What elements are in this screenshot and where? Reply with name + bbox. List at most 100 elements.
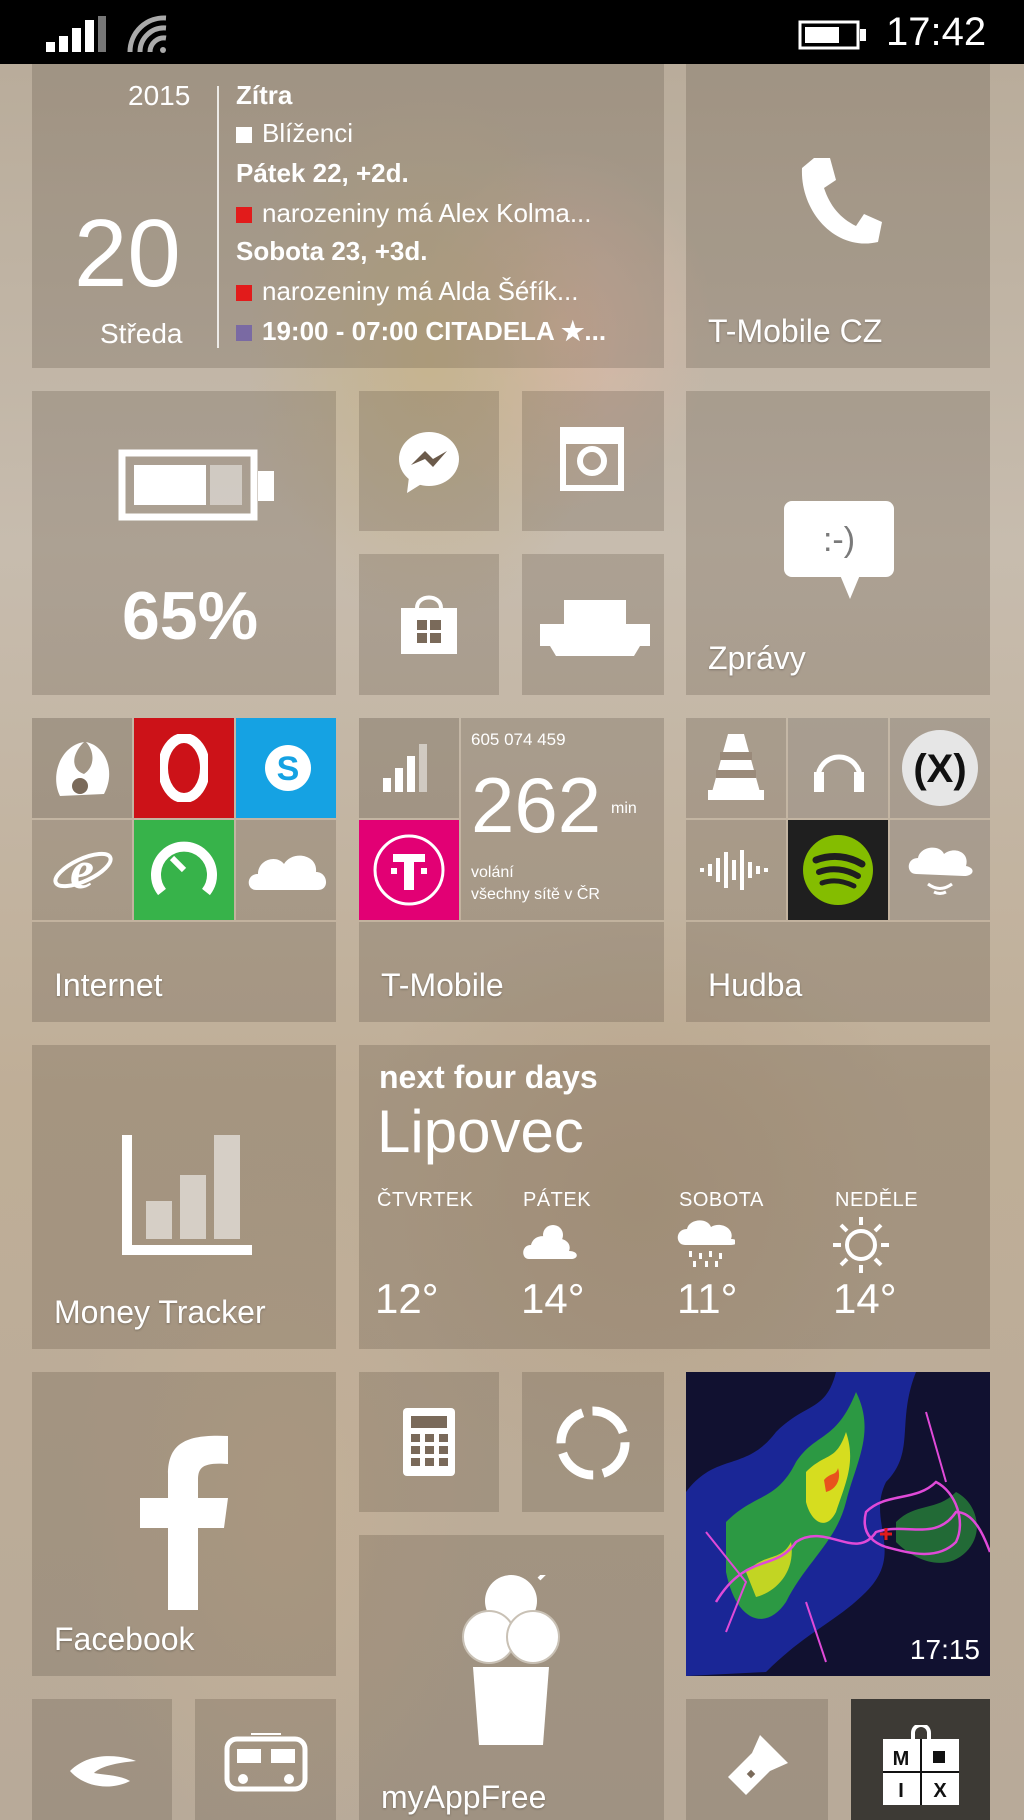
calendar-event: narozeniny má Alda Šéfík... <box>236 276 579 307</box>
flashlight-tile[interactable] <box>686 1699 828 1820</box>
flashlight-icon <box>728 1735 788 1795</box>
internet-explorer-icon: e <box>53 840 113 900</box>
messenger-icon <box>399 432 459 493</box>
tmobile-tile[interactable]: 605 074 459 262 min volání všechny sítě … <box>359 718 664 1022</box>
sun-icon <box>833 1217 889 1273</box>
wifi-icon <box>127 15 167 53</box>
mix-letter-i: I <box>898 1780 904 1802</box>
tile-label: Zprávy <box>708 640 806 676</box>
speedometer-tile[interactable] <box>134 820 234 920</box>
battery-icon <box>118 449 274 521</box>
music-folder-tile[interactable]: (X) Hudba <box>686 718 990 1022</box>
smiley-message-icon: :-) <box>784 501 894 599</box>
bar-chart-icon <box>122 1135 252 1255</box>
vlc-tile[interactable] <box>686 718 786 818</box>
calendar-event-header: Pátek 22, +2d. <box>236 158 409 188</box>
opera-tile[interactable] <box>134 718 234 818</box>
bus-tram-icon <box>224 1733 308 1792</box>
uc-browser-tile[interactable] <box>32 718 132 818</box>
airline-tile[interactable] <box>32 1699 172 1820</box>
calendar-event-header: Sobota 23, +3d. <box>236 236 428 266</box>
calendar-event-header: Zítra <box>236 80 293 110</box>
instagram-tile[interactable] <box>522 391 664 531</box>
mix-tile[interactable]: M I X <box>851 1699 990 1820</box>
spotify-tile[interactable] <box>788 820 888 920</box>
smiley-glyph: :-) <box>823 521 855 559</box>
minutes-remaining: 262 <box>471 761 602 849</box>
mix-letter-x: X <box>933 1780 947 1802</box>
signal-bars-icon <box>46 16 106 52</box>
money-tracker-tile[interactable]: Money Tracker <box>32 1045 336 1349</box>
event-marker <box>236 127 252 144</box>
headphones-tile[interactable] <box>788 718 888 818</box>
battery-icon <box>798 20 866 50</box>
messenger-tile[interactable] <box>359 391 499 531</box>
tile-label: Internet <box>54 967 163 1003</box>
audio-wave-icon <box>700 850 768 890</box>
spotify-icon <box>803 835 873 905</box>
weather-radar-tile[interactable]: 17:15 <box>686 1372 990 1676</box>
onedrive-tile[interactable] <box>236 820 336 920</box>
headphones-icon <box>814 754 864 792</box>
tmobile-signal-tile[interactable] <box>359 718 459 818</box>
phone-number: 605 074 459 <box>471 730 566 749</box>
facebook-tile[interactable]: Facebook <box>32 1372 336 1676</box>
calendar-event: narozeniny má Alex Kolma... <box>236 198 592 229</box>
weather-day-name: NEDĚLE <box>835 1189 919 1211</box>
signal-bars-icon <box>383 744 427 792</box>
audio-wave-tile[interactable] <box>686 820 786 920</box>
clock: 17:42 <box>886 10 987 54</box>
weather-day-name: SOBOTA <box>679 1189 764 1211</box>
store-icon <box>401 595 457 654</box>
calendar-tile[interactable]: 2015 20 Středa Zítra Blíženci Pátek 22, … <box>32 64 664 368</box>
weather-tile[interactable]: next four days Lipovec ČTVRTEK 12° PÁTEK… <box>359 1045 990 1349</box>
store-tile[interactable] <box>359 554 499 695</box>
status-bar: 17:42 <box>0 0 1024 64</box>
calendar-event: Blíženci <box>236 118 353 149</box>
tile-label: Money Tracker <box>54 1294 266 1330</box>
phone-tile[interactable]: T-Mobile CZ <box>686 64 990 368</box>
internet-folder-tile[interactable]: S e Internet <box>32 718 336 1022</box>
weather-title: next four days <box>379 1059 598 1095</box>
calendar-event: 19:00 - 07:00 CITADELA ★... <box>236 316 606 347</box>
battery-tile[interactable]: 65% <box>32 391 336 695</box>
radar-map <box>686 1372 990 1676</box>
svg-text:(X): (X) <box>913 747 966 791</box>
timer-tile[interactable] <box>522 1372 664 1512</box>
lounge-tile[interactable] <box>522 554 664 695</box>
calendar-divider <box>217 86 219 348</box>
skype-icon: S <box>265 745 311 791</box>
xbox-music-tile[interactable]: (X) <box>890 718 990 818</box>
xbox-music-icon: (X) <box>902 730 978 806</box>
messaging-tile[interactable]: :-) Zprávy <box>686 391 990 695</box>
tile-label: Facebook <box>54 1621 195 1657</box>
uc-browser-icon <box>56 742 110 796</box>
cloud-audio-tile[interactable] <box>890 820 990 920</box>
event-marker <box>236 207 252 224</box>
calculator-tile[interactable] <box>359 1372 499 1512</box>
cloud-audio-icon <box>908 847 973 895</box>
sofa-icon <box>540 600 650 656</box>
tile-label: Hudba <box>708 967 803 1003</box>
speedometer-icon <box>151 841 217 896</box>
event-marker <box>236 285 252 302</box>
tmobile-logo-icon <box>373 834 445 906</box>
calendar-year: 2015 <box>128 80 191 111</box>
calculator-icon <box>403 1408 455 1476</box>
transit-tile[interactable] <box>195 1699 336 1820</box>
ice-cream-icon <box>462 1575 560 1745</box>
weather-day-temp: 12° <box>375 1275 439 1322</box>
weather-day-name: ČTVRTEK <box>377 1189 474 1211</box>
internet-explorer-tile[interactable]: e <box>32 820 132 920</box>
skype-tile[interactable]: S <box>236 718 336 818</box>
myappfree-tile[interactable]: myAppFree <box>359 1535 664 1820</box>
phone-icon <box>801 158 882 244</box>
onedrive-icon <box>248 855 327 890</box>
tmobile-logo-tile[interactable] <box>359 820 459 920</box>
tile-label: T-Mobile <box>381 967 504 1003</box>
vlc-icon <box>708 734 764 800</box>
svg-text:e: e <box>70 840 94 900</box>
usage-type: volání <box>471 864 514 881</box>
weather-day-temp: 14° <box>521 1275 585 1322</box>
radar-timestamp: 17:15 <box>909 1634 980 1665</box>
